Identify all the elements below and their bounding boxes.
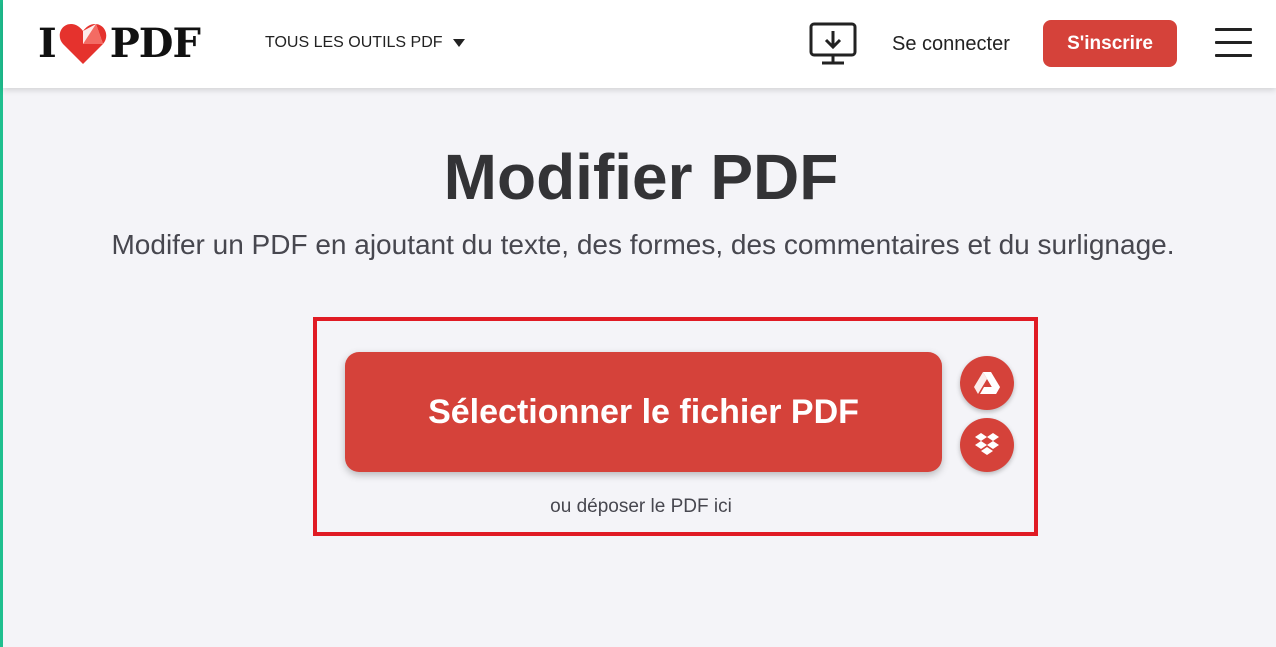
- dropbox-icon: [975, 433, 999, 455]
- logo-letter-i: I: [38, 20, 57, 67]
- dropbox-button[interactable]: [960, 418, 1014, 472]
- select-pdf-file-button[interactable]: Sélectionner le fichier PDF: [345, 352, 942, 472]
- page: I PDF TOUS LES OUTILS PDF Se connecter S…: [0, 0, 1276, 647]
- ilovepdf-logo[interactable]: I PDF: [38, 20, 201, 67]
- all-tools-dropdown[interactable]: TOUS LES OUTILS PDF: [265, 34, 465, 52]
- signup-button[interactable]: S'inscrire: [1043, 20, 1177, 67]
- page-subtitle: Modifer un PDF en ajoutant du texte, des…: [111, 229, 1175, 260]
- top-navbar: I PDF TOUS LES OUTILS PDF Se connecter S…: [3, 0, 1276, 88]
- page-title: Modifier PDF: [443, 141, 839, 213]
- desktop-download-icon[interactable]: [808, 21, 858, 67]
- caret-down-icon: [452, 39, 465, 47]
- heart-icon: [59, 24, 106, 64]
- logo-text-pdf: PDF: [109, 20, 201, 67]
- login-link[interactable]: Se connecter: [892, 33, 1010, 56]
- google-drive-icon: [974, 372, 1000, 394]
- google-drive-button[interactable]: [960, 356, 1014, 410]
- hamburger-menu-icon[interactable]: [1215, 28, 1252, 58]
- drop-hint-text: ou déposer le PDF ici: [550, 496, 732, 517]
- all-tools-label: TOUS LES OUTILS PDF: [265, 34, 443, 51]
